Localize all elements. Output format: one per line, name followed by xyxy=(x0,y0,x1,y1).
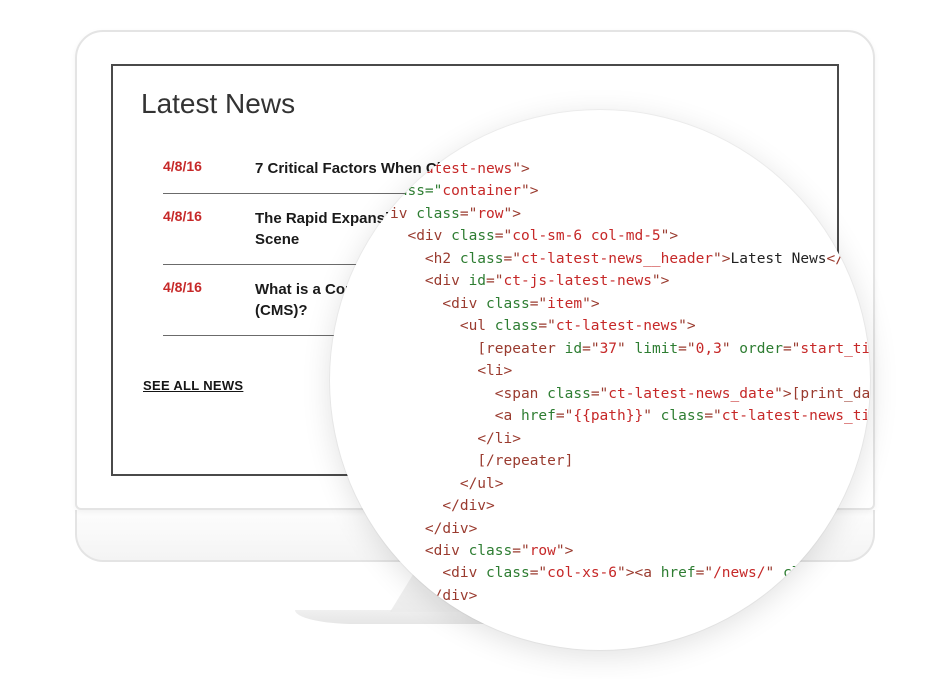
code-token: class xyxy=(451,228,495,244)
news-date: 4/8/16 xyxy=(163,158,255,174)
code-token: "> xyxy=(582,296,599,312)
code-token: "> xyxy=(556,543,573,559)
code-token: <div xyxy=(425,273,469,289)
code-token: "> xyxy=(661,228,678,244)
code-token: " xyxy=(617,341,634,357)
code-token: =" xyxy=(678,341,695,357)
code-token: class xyxy=(547,386,591,402)
code-token: class xyxy=(661,408,705,424)
code-token: row xyxy=(530,543,556,559)
code-token: " xyxy=(643,408,660,424)
code-token: iv xyxy=(390,206,416,222)
code-token: " xyxy=(722,341,739,357)
code-token: href xyxy=(661,565,696,581)
code-token: <div xyxy=(425,543,469,559)
code-token: 37 xyxy=(600,341,617,357)
code-token: 0,3 xyxy=(696,341,722,357)
code-token: {{path}} xyxy=(573,408,643,424)
code-token: [repeater xyxy=(477,341,564,357)
see-all-news-link[interactable]: SEE ALL NEWS xyxy=(143,378,243,393)
code-token: limit xyxy=(635,341,679,357)
code-token: =" xyxy=(504,251,521,267)
code-token: href xyxy=(521,408,556,424)
code-token: ct-latest-news xyxy=(556,318,678,334)
code-token: "> xyxy=(713,251,730,267)
code-token: id xyxy=(469,273,486,289)
code-token: <div xyxy=(442,565,486,581)
code-token: ">[print_date for xyxy=(774,386,870,402)
code-token: "> xyxy=(504,206,521,222)
code-token: "> xyxy=(512,161,529,177)
code-token: "> xyxy=(678,318,695,334)
code-token: ct-latest-news__header xyxy=(521,251,713,267)
code-token: </li> xyxy=(477,431,521,447)
code-token: "> xyxy=(521,183,538,199)
code-token: ct-latest-news_title xyxy=(722,408,870,424)
code-token: =" xyxy=(704,408,721,424)
code-token: "> xyxy=(617,565,634,581)
code-token: class xyxy=(486,565,530,581)
code-token: "> xyxy=(652,273,669,289)
code-token: class xyxy=(416,206,460,222)
code-token: =" xyxy=(582,341,599,357)
code-token: =" xyxy=(696,565,713,581)
news-date: 4/8/16 xyxy=(163,208,255,224)
code-token: =" xyxy=(512,543,529,559)
code-token: ct-js-latest-news xyxy=(504,273,652,289)
code-token: =" xyxy=(556,408,573,424)
code-magnifier-lens: ct-latest-news"> lass="container"> iv cl… xyxy=(330,110,870,650)
code-token: ct-latest-news_date xyxy=(608,386,774,402)
code-token: <li> xyxy=(477,363,512,379)
code-token: Latest News xyxy=(731,251,827,267)
code-token: item xyxy=(547,296,582,312)
code-token: container xyxy=(442,183,521,199)
code-token: =" xyxy=(783,341,800,357)
code-token: <h2 xyxy=(425,251,460,267)
code-token: /news/ xyxy=(713,565,765,581)
code-token: =" xyxy=(530,296,547,312)
code-token: =" xyxy=(530,565,547,581)
code-token: =" xyxy=(538,318,555,334)
code-token: </div> xyxy=(442,498,494,514)
code-token: =" xyxy=(486,273,503,289)
code-token: id xyxy=(565,341,582,357)
page-title: Latest News xyxy=(141,88,809,120)
code-token: row xyxy=(477,206,503,222)
code-token: =" xyxy=(460,206,477,222)
code-token: <ul xyxy=(460,318,495,334)
code-token: class xyxy=(460,251,504,267)
code-token: </div> xyxy=(425,521,477,537)
code-token: =" xyxy=(591,386,608,402)
code-token: <a xyxy=(495,408,521,424)
code-token: start_time de xyxy=(800,341,870,357)
code-token: class xyxy=(486,296,530,312)
code-token: order xyxy=(739,341,783,357)
code-token: <div xyxy=(407,228,451,244)
code-token: [/repeater] xyxy=(477,453,573,469)
code-token: col-xs-6 xyxy=(547,565,617,581)
news-date: 4/8/16 xyxy=(163,279,255,295)
code-token: =" xyxy=(495,228,512,244)
code-token: <a xyxy=(634,565,660,581)
code-token: col-sm-6 col-md-5 xyxy=(512,228,660,244)
code-token: <span xyxy=(495,386,547,402)
code-token: class xyxy=(469,543,513,559)
code-token: </ul> xyxy=(460,476,504,492)
code-token: class xyxy=(495,318,539,334)
code-token: " xyxy=(765,565,782,581)
code-token: <div xyxy=(442,296,486,312)
